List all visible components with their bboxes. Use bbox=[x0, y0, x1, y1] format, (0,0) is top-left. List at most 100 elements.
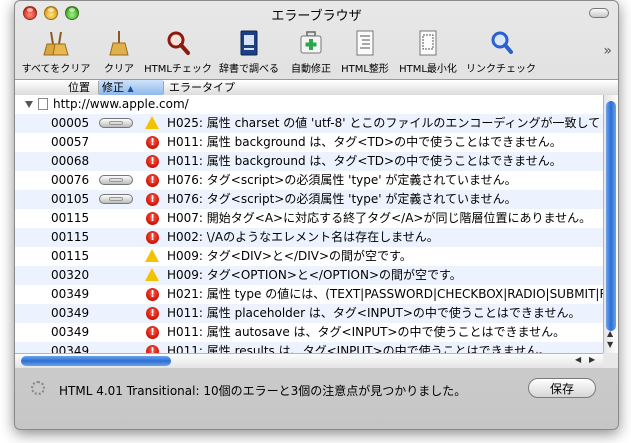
table-row[interactable]: 00115 H009: タグ<DIV>と</DIV>の間が空です。 bbox=[15, 247, 603, 266]
column-divider bbox=[163, 81, 164, 94]
position-column-header[interactable]: 位置 bbox=[68, 80, 96, 95]
status-text: HTML 4.01 Transitional: 10個のエラーと3個の注意点が見… bbox=[59, 384, 467, 398]
warning-icon bbox=[145, 249, 159, 262]
row-position: 00076 bbox=[51, 173, 90, 187]
row-position: 00320 bbox=[51, 268, 90, 282]
auto-fix-button[interactable]: 自動修正 bbox=[285, 29, 337, 75]
link-check-button[interactable]: リンクチェック bbox=[465, 29, 537, 75]
horizontal-scroll-thumb[interactable] bbox=[21, 356, 171, 366]
row-position: 00057 bbox=[51, 135, 90, 149]
error-icon: ! bbox=[146, 231, 159, 244]
table-row[interactable]: 00057! H011: 属性 background は、タグ<TD>の中で使うこ… bbox=[15, 133, 603, 152]
column-header: 位置 修正 ▲ エラータイプ bbox=[15, 79, 618, 96]
row-position: 00115 bbox=[51, 211, 90, 225]
row-position: 00005 bbox=[51, 116, 90, 130]
table-row[interactable]: 00349! H011: 属性 placeholder は、タグ<INPUT>の中… bbox=[15, 304, 603, 323]
link-check-magnifier-icon bbox=[491, 31, 513, 54]
error-icon: ! bbox=[146, 136, 159, 149]
row-message: H076: タグ<script>の必須属性 'type' が定義されていません。 bbox=[167, 173, 517, 187]
toolbar-overflow-button[interactable]: » bbox=[603, 43, 612, 59]
row-position: 00115 bbox=[51, 230, 90, 244]
row-message: H011: 属性 results は、タグ<INPUT>の中で使うことはできませ… bbox=[167, 344, 551, 353]
error-icon: ! bbox=[146, 212, 159, 225]
dictionary-lookup-label: 辞書で調べる bbox=[219, 64, 279, 75]
error-type-column-header[interactable]: エラータイプ bbox=[169, 80, 289, 95]
clear-button[interactable]: クリア bbox=[99, 29, 139, 75]
fix-button[interactable] bbox=[99, 194, 133, 204]
row-position: 00068 bbox=[51, 154, 90, 168]
vertical-scroll-thumb[interactable] bbox=[606, 101, 616, 331]
table-row[interactable]: 00349! H011: 属性 autosave は、タグ<INPUT>の中で使う… bbox=[15, 323, 603, 342]
scroll-right-arrow-icon[interactable]: ▶ bbox=[589, 355, 595, 364]
save-button[interactable]: 保存 bbox=[528, 378, 596, 398]
row-message: H011: 属性 background は、タグ<TD>の中で使うことはできませ… bbox=[167, 135, 562, 149]
row-message: H011: 属性 background は、タグ<TD>の中で使うことはできませ… bbox=[167, 154, 562, 168]
status-bar: HTML 4.01 Transitional: 10個のエラーと3個の注意点が見… bbox=[15, 369, 618, 429]
broom-icon bbox=[109, 31, 129, 56]
html-minify-button[interactable]: HTML最小化 bbox=[393, 29, 463, 75]
row-message: H009: タグ<DIV>と</DIV>の間が空です。 bbox=[167, 249, 412, 263]
row-position: 00349 bbox=[51, 306, 90, 320]
dictionary-book-icon bbox=[240, 30, 258, 56]
table-row[interactable]: 00068! H011: 属性 background は、タグ<TD>の中で使うこ… bbox=[15, 152, 603, 171]
row-position: 00115 bbox=[51, 249, 90, 263]
table-row[interactable]: 00105! H076: タグ<script>の必須属性 'type' が定義され… bbox=[15, 190, 603, 209]
window-title: エラーブラウザ bbox=[271, 9, 362, 24]
error-browser-window: エラーブラウザ すべてをクリア クリア HTMLチェック 辞書で調べる 自動修正… bbox=[14, 0, 619, 430]
group-url: http://www.apple.com/ bbox=[53, 97, 189, 111]
error-table: http://www.apple.com/ 00005 H025: 属性 char… bbox=[15, 95, 603, 353]
broom-pair-icon bbox=[43, 31, 69, 56]
scroll-corner bbox=[603, 353, 618, 368]
row-message: H002: \/Aのようなエレメント名は存在しません。 bbox=[167, 230, 439, 244]
row-position: 00349 bbox=[51, 287, 90, 301]
clear-all-button[interactable]: すべてをクリア bbox=[21, 29, 91, 75]
row-position: 00105 bbox=[51, 192, 90, 206]
row-message: H007: 開始タグ<A>に対応する終了タグ</A>が同じ階層位置にありません。 bbox=[167, 211, 592, 225]
format-document-icon bbox=[356, 30, 374, 56]
row-message: H021: 属性 type の値には、(TEXT|PASSWORD|CHECKB… bbox=[167, 287, 603, 301]
scroll-down-arrow-icon[interactable]: ▼ bbox=[607, 340, 613, 349]
html-minify-label: HTML最小化 bbox=[399, 64, 457, 75]
row-position: 00349 bbox=[51, 325, 90, 339]
scroll-left-arrow-icon[interactable]: ◀ bbox=[575, 355, 581, 364]
fix-column-header[interactable]: 修正 ▲ bbox=[99, 80, 163, 95]
fix-button[interactable] bbox=[99, 118, 133, 128]
table-row[interactable]: 00349! H021: 属性 type の値には、(TEXT|PASSWORD|… bbox=[15, 285, 603, 304]
disclosure-triangle-icon[interactable] bbox=[25, 101, 33, 108]
warning-icon bbox=[145, 116, 159, 129]
table-row[interactable]: 00349! H011: 属性 results は、タグ<INPUT>の中で使うこ… bbox=[15, 342, 603, 353]
table-row[interactable]: 00115! H007: 開始タグ<A>に対応する終了タグ</A>が同じ階層位置に… bbox=[15, 209, 603, 228]
table-row[interactable]: 00115! H002: \/Aのようなエレメント名は存在しません。 bbox=[15, 228, 603, 247]
table-row[interactable]: 00005 H025: 属性 charset の値 'utf-8' とこのファイル… bbox=[15, 114, 603, 133]
document-icon bbox=[38, 98, 48, 110]
row-position: 00349 bbox=[51, 344, 90, 353]
scroll-up-arrow-icon[interactable]: ▲ bbox=[607, 329, 613, 338]
table-row[interactable]: 00320 H009: タグ<OPTION>と</OPTION>の間が空です。 bbox=[15, 266, 603, 285]
link-check-label: リンクチェック bbox=[466, 64, 536, 75]
row-message: H076: タグ<script>の必須属性 'type' が定義されていません。 bbox=[167, 192, 517, 206]
minify-document-icon bbox=[419, 30, 437, 56]
first-aid-kit-icon bbox=[300, 31, 322, 54]
html-check-label: HTMLチェック bbox=[144, 64, 212, 75]
warning-icon bbox=[145, 268, 159, 281]
error-icon: ! bbox=[146, 155, 159, 168]
table-row[interactable]: 00076! H076: タグ<script>の必須属性 'type' が定義され… bbox=[15, 171, 603, 190]
html-check-button[interactable]: HTMLチェック bbox=[143, 29, 213, 75]
row-message: H011: 属性 autosave は、タグ<INPUT>の中で使うことはできま… bbox=[167, 325, 566, 339]
title-bar: エラーブラウザ bbox=[15, 1, 618, 25]
group-row[interactable]: http://www.apple.com/ bbox=[15, 95, 603, 114]
toolbar: すべてをクリア クリア HTMLチェック 辞書で調べる 自動修正 HTML整形 … bbox=[15, 25, 618, 77]
toolbar-toggle-button[interactable] bbox=[589, 8, 609, 18]
horizontal-scrollbar[interactable]: ◀ ▶ bbox=[15, 353, 603, 368]
error-icon: ! bbox=[146, 345, 159, 353]
dictionary-lookup-button[interactable]: 辞書で調べる bbox=[217, 29, 281, 75]
html-format-label: HTML整形 bbox=[341, 64, 389, 75]
fix-button[interactable] bbox=[99, 175, 133, 185]
error-icon: ! bbox=[146, 307, 159, 320]
vertical-scrollbar[interactable]: ▲ ▼ bbox=[603, 95, 618, 353]
row-message: H011: 属性 placeholder は、タグ<INPUT>の中で使うことは… bbox=[167, 306, 581, 320]
auto-fix-label: 自動修正 bbox=[291, 64, 331, 75]
html-format-button[interactable]: HTML整形 bbox=[339, 29, 391, 75]
error-icon: ! bbox=[146, 326, 159, 339]
clear-all-label: すべてをクリア bbox=[21, 64, 91, 75]
